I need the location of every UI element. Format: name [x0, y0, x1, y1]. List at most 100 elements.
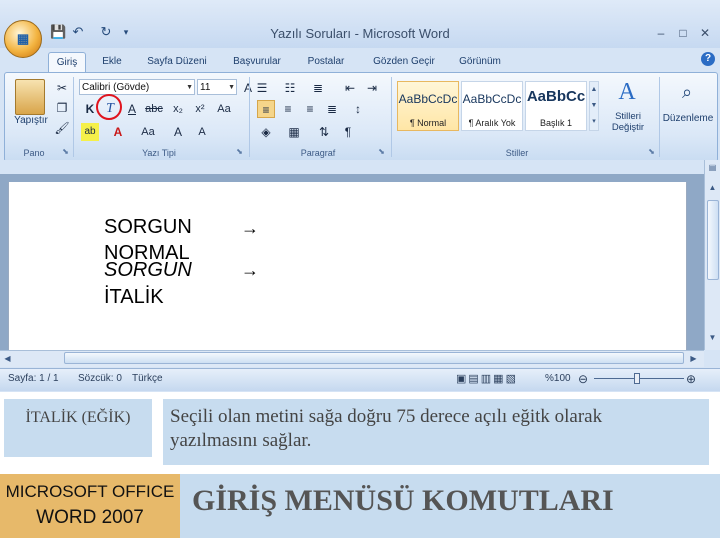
zoom-out-icon[interactable]: ⊖: [578, 372, 588, 386]
scroll-up-icon[interactable]: ▲: [707, 182, 718, 194]
styles-launcher-icon[interactable]: ⬊: [647, 147, 656, 156]
vertical-scroll-thumb[interactable]: [707, 200, 719, 280]
scroll-right-icon[interactable]: ▶: [688, 353, 699, 365]
ribbon: Yapıştır ✂ ❐ 🖌 Pano ⬊ Calibri (Gövde) ▼ …: [4, 72, 718, 162]
status-word-count[interactable]: Sözcük: 0: [78, 372, 122, 386]
clipboard-launcher-icon[interactable]: ⬊: [61, 147, 70, 156]
styles-gallery-scroll[interactable]: ▲ ▼ ▾: [589, 81, 599, 131]
change-styles-label[interactable]: Stilleri Değiştir: [601, 111, 655, 133]
tab-postalar[interactable]: Postalar: [300, 52, 352, 72]
group-label-yazi-tipi: Yazı Tipi: [142, 148, 176, 158]
font-launcher-icon[interactable]: ⬊: [235, 147, 244, 156]
cut-icon[interactable]: ✂: [53, 79, 71, 97]
footer-product-version: WORD 2007: [36, 507, 144, 528]
style-no-spacing[interactable]: AaBbCcDc ¶ Aralık Yok: [461, 81, 523, 131]
status-language[interactable]: Türkçe: [132, 372, 163, 386]
divider: [249, 77, 250, 157]
underline-button[interactable]: A: [123, 100, 141, 118]
tab-gozden-gecir[interactable]: Gözden Geçir: [366, 52, 442, 72]
copy-icon[interactable]: ❐: [53, 99, 71, 117]
show-formatting-icon[interactable]: ¶: [339, 123, 357, 141]
style-name: ¶ Normal: [409, 118, 447, 128]
definition-box: Seçili olan metini sağa doğru 75 derece …: [163, 399, 709, 465]
change-styles-icon[interactable]: A: [609, 79, 645, 105]
font-name-value: Calibri (Gövde): [82, 82, 150, 93]
definition-text: Seçili olan metini sağa doğru 75 derece …: [170, 406, 603, 451]
doc-text-line: SORGUN: [104, 216, 192, 238]
undo-icon[interactable]: ↶: [70, 24, 86, 40]
sort-icon[interactable]: ⇅: [315, 123, 333, 141]
ribbon-tabs: Giriş Ekle Sayfa Düzeni Başvurular Posta…: [44, 52, 714, 73]
font-scale-icon[interactable]: Aa: [139, 123, 157, 141]
zoom-slider-thumb[interactable]: [634, 373, 640, 384]
change-case-icon[interactable]: Aa: [215, 100, 233, 118]
paste-icon[interactable]: [15, 79, 45, 115]
binoculars-icon[interactable]: ⌕: [673, 79, 701, 105]
style-name: Başlık 1: [539, 118, 572, 128]
tab-gorunum[interactable]: Görünüm: [454, 52, 506, 72]
paste-label[interactable]: Yapıştır: [7, 115, 55, 126]
align-left-icon[interactable]: ≡: [257, 100, 275, 118]
style-heading-1[interactable]: AaBbCc Başlık 1: [525, 81, 587, 131]
save-icon[interactable]: 💾: [50, 24, 66, 40]
status-page[interactable]: Sayfa: 1 / 1: [8, 372, 59, 386]
align-center-icon[interactable]: ≡: [279, 100, 297, 118]
scroll-down-icon[interactable]: ▼: [707, 332, 718, 344]
close-button[interactable]: ✕: [696, 26, 714, 40]
font-size-combo[interactable]: 11 ▼: [197, 79, 237, 95]
superscript-icon[interactable]: x²: [191, 100, 209, 118]
justify-icon[interactable]: ≣: [323, 100, 341, 118]
document-page[interactable]: SORGUN NORMAL SORGUN İTALİK → →: [8, 182, 687, 350]
subscript-icon[interactable]: x₂: [169, 100, 187, 118]
style-preview: AaBbCcDc: [462, 92, 522, 106]
paragraph-launcher-icon[interactable]: ⬊: [377, 147, 386, 156]
strikethrough-icon[interactable]: abc: [145, 100, 163, 118]
footer-title: GİRİŞ MENÜSÜ KOMUTLARI: [192, 484, 614, 517]
vertical-scrollbar[interactable]: ▤ ▲ ▼: [704, 160, 720, 350]
horizontal-scroll-thumb[interactable]: [64, 352, 684, 364]
redo-icon[interactable]: ↻: [98, 24, 114, 40]
font-size-value: 11: [200, 82, 211, 93]
scroll-left-icon[interactable]: ◀: [2, 353, 13, 365]
font-name-combo[interactable]: Calibri (Gövde) ▼: [79, 79, 195, 95]
tab-ekle[interactable]: Ekle: [94, 52, 130, 72]
style-normal[interactable]: AaBbCcDc ¶ Normal: [397, 81, 459, 131]
format-painter-icon[interactable]: 🖌: [53, 119, 71, 137]
customize-qat-icon[interactable]: ▾: [118, 24, 134, 40]
tab-basvurular[interactable]: Başvurular: [226, 52, 288, 72]
office-logo-icon: ▦: [16, 31, 30, 46]
office-button[interactable]: ▦: [4, 20, 42, 58]
line-spacing-icon[interactable]: ↕: [349, 100, 367, 118]
ruler-bar: [0, 160, 720, 174]
help-icon[interactable]: ?: [701, 52, 715, 66]
group-label-paragraf: Paragraf: [300, 148, 336, 158]
decrease-indent-icon[interactable]: ⇤: [341, 79, 359, 97]
editing-label[interactable]: Düzenleme: [659, 113, 717, 124]
numbering-icon[interactable]: ☷: [281, 79, 299, 97]
tab-sayfa-duzeni[interactable]: Sayfa Düzeni: [142, 52, 212, 72]
zoom-in-icon[interactable]: ⊕: [686, 372, 696, 386]
doc-text-line: SORGUN: [104, 259, 192, 281]
align-right-icon[interactable]: ≡: [301, 100, 319, 118]
multilevel-list-icon[interactable]: ≣: [309, 79, 327, 97]
zoom-level[interactable]: %100: [545, 372, 571, 386]
minimize-button[interactable]: –: [652, 26, 670, 40]
borders-icon[interactable]: ▦: [285, 123, 303, 141]
maximize-button[interactable]: □: [674, 26, 692, 40]
shrink-font-icon[interactable]: A: [193, 123, 211, 141]
highlight-color-icon[interactable]: ab: [81, 123, 99, 141]
grow-font-icon[interactable]: A: [169, 123, 187, 141]
bullets-icon[interactable]: ☰: [253, 79, 271, 97]
divider: [391, 77, 392, 157]
tab-giris[interactable]: Giriş: [48, 52, 86, 73]
ruler-toggle-icon[interactable]: ▤: [707, 162, 718, 174]
shading-icon[interactable]: ◈: [257, 123, 275, 141]
font-color-icon[interactable]: A: [109, 123, 127, 141]
view-buttons-icon[interactable]: ▣▤▥▦▧: [456, 372, 518, 386]
chevron-down-icon: ▼: [186, 84, 193, 91]
footer-left: MICROSOFT OFFICE WORD 2007: [0, 474, 180, 538]
footer-product-name: MICROSOFT OFFICE: [5, 482, 175, 501]
group-label-pano: Pano: [23, 148, 45, 158]
increase-indent-icon[interactable]: ⇥: [363, 79, 381, 97]
doc-text-line: İTALİK: [104, 286, 164, 308]
